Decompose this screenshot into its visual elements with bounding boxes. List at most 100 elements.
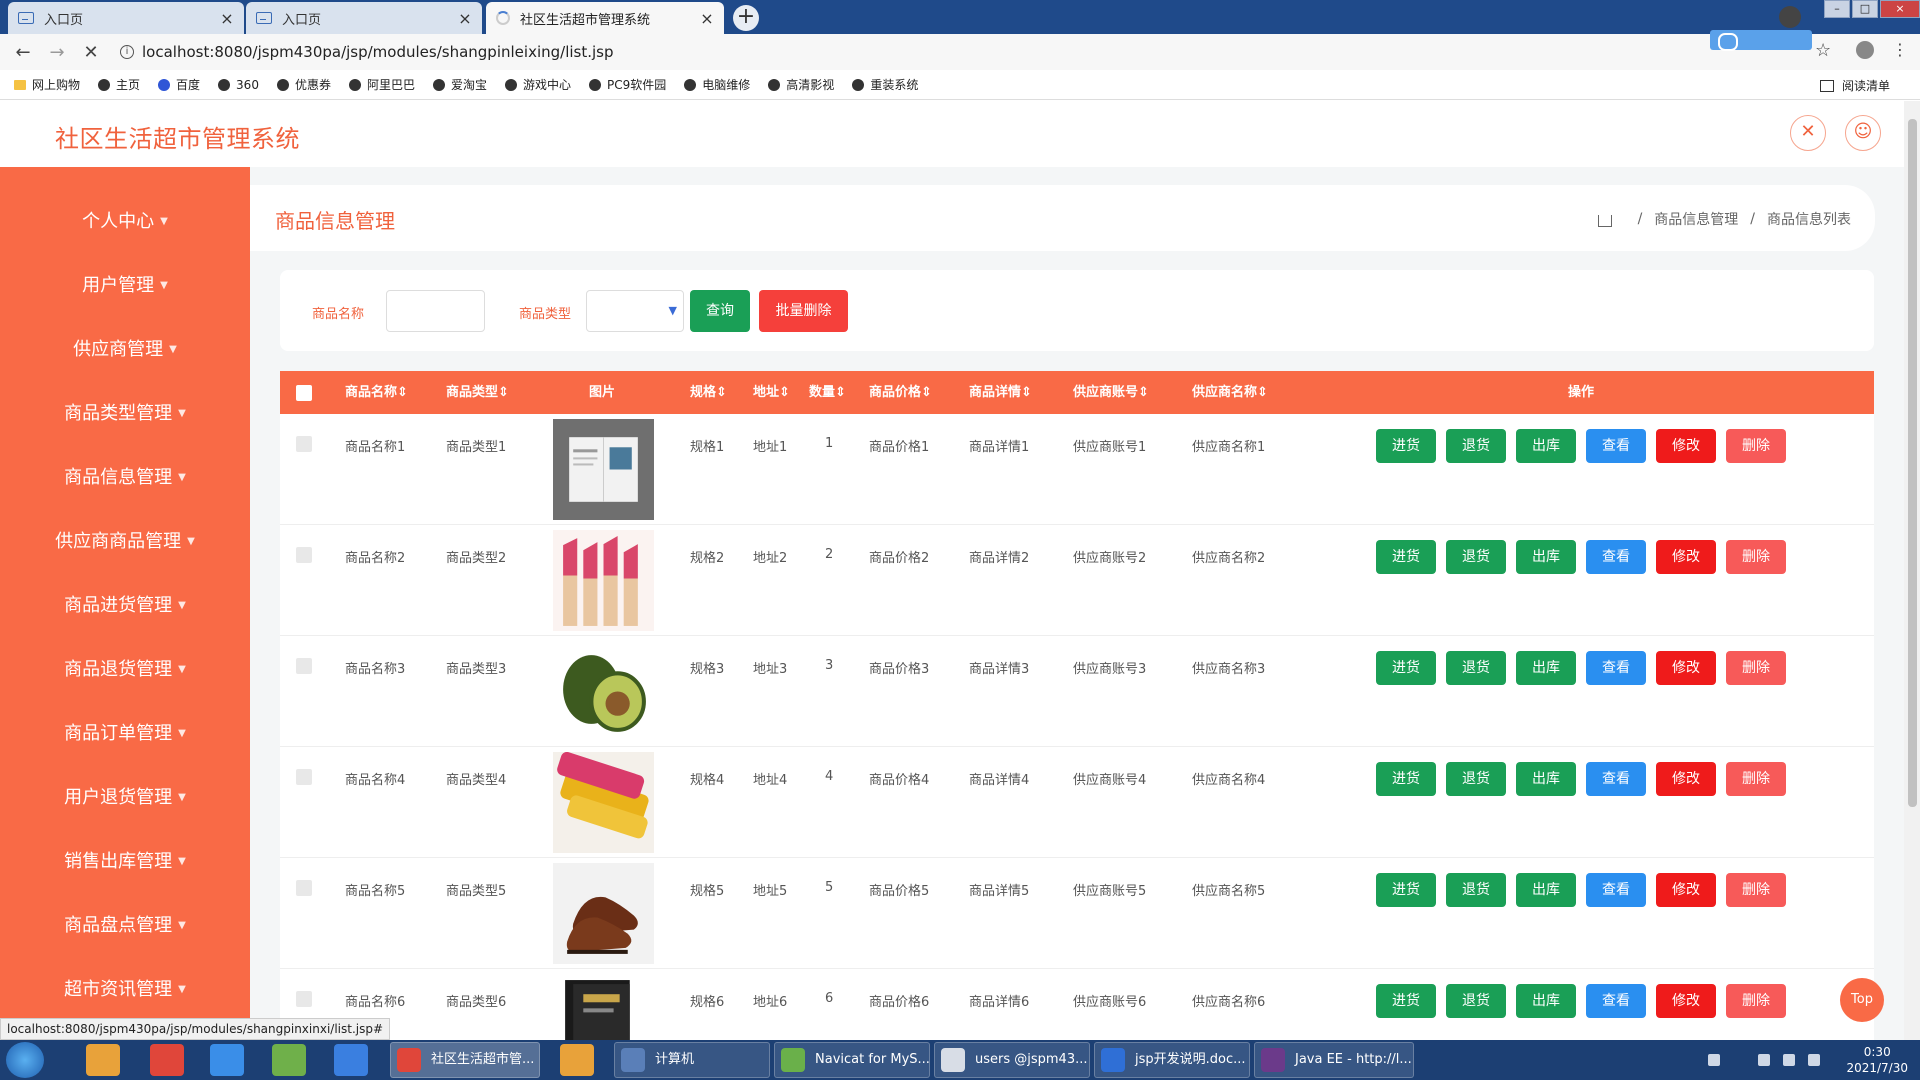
bookmark-item[interactable]: 重装系统 [852,76,918,93]
back-icon[interactable]: ← [12,42,34,63]
breadcrumb-item[interactable]: 商品信息管理 [1654,209,1738,229]
taskbar-item[interactable]: Navicat for MyS... [774,1042,930,1078]
edit-button[interactable]: 修改 [1656,540,1716,574]
delete-button[interactable]: 删除 [1726,651,1786,685]
bookmark-item[interactable]: 主页 [98,76,140,93]
pinned-app-icon[interactable] [334,1044,368,1076]
edit-button[interactable]: 修改 [1656,873,1716,907]
sidebar-item-suppliers[interactable]: 供应商管理 ▼ [0,318,250,382]
maximize-button[interactable]: □ [1852,0,1878,18]
sidebar-item-product-info[interactable]: 商品信息管理 ▼ [0,446,250,510]
stock-in-button[interactable]: 进货 [1376,762,1436,796]
info-icon[interactable]: i [120,45,134,59]
view-button[interactable]: 查看 [1586,540,1646,574]
bookmark-item[interactable]: 游戏中心 [505,76,571,93]
edit-button[interactable]: 修改 [1656,984,1716,1018]
row-checkbox[interactable] [296,658,312,674]
sidebar-item-inventory[interactable]: 商品盘点管理 ▼ [0,894,250,958]
keyboard-icon[interactable] [1708,1054,1720,1066]
sidebar-item-purchase[interactable]: 商品进货管理 ▼ [0,574,250,638]
bookmark-item[interactable]: 阿里巴巴 [348,76,415,93]
pinned-app-icon[interactable] [86,1044,120,1076]
product-name-input[interactable] [386,290,485,332]
browser-tab-3[interactable]: 社区生活超市管理系统 × [486,2,724,34]
stock-out-button[interactable]: 出库 [1516,540,1576,574]
pinned-app-icon[interactable] [272,1044,306,1076]
chrome-icon[interactable] [150,1044,184,1076]
volume-icon[interactable] [1783,1054,1795,1066]
home-icon[interactable] [1597,215,1612,227]
header-type[interactable]: 商品类型⇕ [446,371,509,414]
taskbar-item[interactable]: users @jspm43... [934,1042,1090,1078]
delete-button[interactable]: 删除 [1726,540,1786,574]
header-quantity[interactable]: 数量⇕ [809,371,846,414]
network-icon[interactable] [1758,1054,1770,1066]
forward-icon[interactable]: → [46,42,68,63]
new-tab-button[interactable]: + [733,5,759,31]
edit-button[interactable]: 修改 [1656,429,1716,463]
extension-badge[interactable] [1710,30,1812,51]
vertical-scrollbar[interactable] [1904,101,1920,1040]
close-icon[interactable]: × [220,9,234,28]
bookmark-item[interactable]: 高清影视 [768,76,834,93]
row-checkbox[interactable] [296,769,312,785]
delete-button[interactable]: 删除 [1726,873,1786,907]
sidebar-item-orders[interactable]: 商品订单管理 ▼ [0,702,250,766]
taskbar-item[interactable]: jsp开发说明.doc... [1094,1042,1250,1078]
header-address[interactable]: 地址⇕ [753,371,790,414]
menu-icon[interactable]: ⋮ [1892,40,1908,59]
pinned-app-icon[interactable] [210,1044,244,1076]
bookmark-item[interactable]: 网上购物 [14,76,80,93]
header-price[interactable]: 商品价格⇕ [869,371,932,414]
view-button[interactable]: 查看 [1586,984,1646,1018]
delete-button[interactable]: 删除 [1726,762,1786,796]
header-spec[interactable]: 规格⇕ [690,371,727,414]
url-field[interactable]: i localhost:8080/jspm430pa/jsp/modules/s… [120,43,614,61]
bookmark-item[interactable]: 360 [218,78,259,92]
delete-button[interactable]: 删除 [1726,429,1786,463]
bookmark-item[interactable]: 电脑维修 [684,76,750,93]
row-checkbox[interactable] [296,880,312,896]
bookmark-item[interactable]: 百度 [158,76,200,93]
taskbar-item[interactable]: 社区生活超市管... [390,1042,540,1078]
batch-delete-button[interactable]: 批量删除 [759,290,848,332]
bookmark-item[interactable]: PC9软件园 [589,76,666,93]
stock-out-button[interactable]: 出库 [1516,762,1576,796]
pinned-app-icon[interactable] [560,1044,594,1076]
return-button[interactable]: 退货 [1446,540,1506,574]
view-button[interactable]: 查看 [1586,762,1646,796]
row-checkbox[interactable] [296,991,312,1007]
return-button[interactable]: 退货 [1446,429,1506,463]
return-button[interactable]: 退货 [1446,762,1506,796]
stock-out-button[interactable]: 出库 [1516,984,1576,1018]
sidebar-item-returns[interactable]: 商品退货管理 ▼ [0,638,250,702]
profile-icon[interactable] [1779,6,1801,28]
row-checkbox[interactable] [296,436,312,452]
sidebar-item-news[interactable]: 超市资讯管理 ▼ [0,958,250,1022]
fullscreen-icon[interactable]: ✕ [1790,115,1826,151]
header-account[interactable]: 供应商账号⇕ [1073,371,1149,414]
scrollbar-thumb[interactable] [1908,119,1917,807]
stock-in-button[interactable]: 进货 [1376,429,1436,463]
bookmark-item[interactable]: 爱淘宝 [432,76,487,93]
stock-in-button[interactable]: 进货 [1376,984,1436,1018]
close-icon[interactable]: × [700,9,714,28]
minimize-button[interactable]: – [1824,0,1850,18]
browser-tab-1[interactable]: 入口页 × [8,2,244,34]
sidebar-item-product-types[interactable]: 商品类型管理 ▼ [0,382,250,446]
return-button[interactable]: 退货 [1446,651,1506,685]
edit-button[interactable]: 修改 [1656,762,1716,796]
sidebar-item-personal[interactable]: 个人中心 ▼ [0,190,250,254]
header-supplier[interactable]: 供应商名称⇕ [1192,371,1268,414]
sidebar-item-sales-out[interactable]: 销售出库管理 ▼ [0,830,250,894]
stock-in-button[interactable]: 进货 [1376,651,1436,685]
stock-out-button[interactable]: 出库 [1516,651,1576,685]
query-button[interactable]: 查询 [690,290,750,332]
browser-tab-2[interactable]: 入口页 × [246,2,482,34]
header-name[interactable]: 商品名称⇕ [345,371,408,414]
header-detail[interactable]: 商品详情⇕ [969,371,1032,414]
stock-out-button[interactable]: 出库 [1516,873,1576,907]
stop-icon[interactable]: ✕ [80,42,102,63]
star-icon[interactable]: ☆ [1815,40,1831,61]
window-close-button[interactable]: × [1880,0,1920,18]
